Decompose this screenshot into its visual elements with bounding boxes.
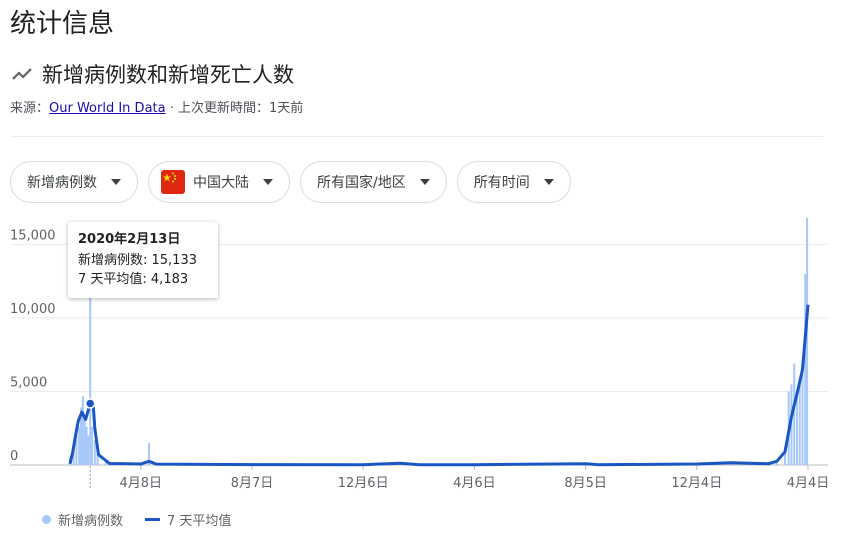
- highlight-point: [84, 398, 96, 409]
- region-dropdown-label: 中国大陆: [193, 175, 249, 191]
- tooltip-cases: 新增病例数: 15,133: [78, 253, 197, 268]
- case-bar: [85, 426, 88, 465]
- filter-bar: 新增病例数 中国大陆 所有国家/地区 所有时间: [10, 161, 571, 203]
- metric-dropdown-label: 新增病例数: [27, 175, 97, 191]
- caret-down-icon: [419, 179, 430, 185]
- y-tick-label: 10,000: [10, 302, 56, 317]
- x-tick-label: 4月6日: [453, 476, 496, 491]
- x-tick-label: 4月8日: [119, 476, 162, 491]
- countries-dropdown-label: 所有国家/地区: [317, 175, 406, 191]
- x-tick-label: 4月4日: [787, 476, 830, 491]
- time-range-dropdown-label: 所有时间: [473, 175, 530, 191]
- case-bar: [87, 435, 90, 465]
- chart-legend: 新增病例数 7 天平均值: [42, 510, 231, 529]
- caret-down-icon: [111, 179, 121, 185]
- y-tick-label: 15,000: [10, 228, 56, 243]
- x-axis-labels: 4月8日 8月7日 12月6日 4月6日 8月5日 12月4日 4月4日: [119, 476, 829, 491]
- source-link[interactable]: Our World In Data: [49, 101, 166, 116]
- case-bar: [798, 382, 801, 465]
- divider: [10, 136, 823, 137]
- x-tick-label: 8月7日: [231, 476, 274, 491]
- caret-down-icon: [543, 179, 554, 185]
- region-dropdown[interactable]: 中国大陆: [148, 161, 290, 203]
- legend-cases-dot-icon: [42, 515, 51, 524]
- case-bar: [83, 416, 86, 465]
- y-tick-label: 0: [10, 449, 18, 464]
- legend-average-line-icon: [145, 518, 161, 521]
- y-axis-labels: 0 5,000 10,000 15,000: [10, 228, 56, 464]
- source-prefix: 来源：: [10, 101, 50, 116]
- metric-dropdown[interactable]: 新增病例数: [10, 161, 138, 203]
- x-tick-label: 8月5日: [564, 476, 607, 491]
- source-row: 来源：Our World In Data · 上次更新時間：1天前: [10, 97, 303, 116]
- legend-cases-label: 新增病例数: [58, 514, 124, 529]
- average-line: [68, 304, 810, 467]
- case-bar: [78, 426, 81, 465]
- case-bar: [81, 395, 84, 465]
- china-flag-icon: [161, 170, 185, 194]
- chart-title: 新增病例数和新增死亡人数: [42, 63, 294, 87]
- tooltip-average: 7 天平均值: 4,183: [78, 272, 189, 287]
- average-line-group: [68, 304, 810, 467]
- chart-tooltip: 2020年2月13日 新增病例数: 15,133 7 天平均值: 4,183: [68, 222, 218, 298]
- x-tick-label: 12月6日: [338, 476, 389, 491]
- chart-header: 新增病例数和新增死亡人数: [10, 58, 294, 90]
- time-range-dropdown[interactable]: 所有时间: [456, 161, 571, 203]
- caret-down-icon: [263, 179, 273, 185]
- source-separator: ·: [165, 101, 179, 116]
- case-bar: [804, 273, 807, 465]
- case-bar: [806, 217, 809, 465]
- case-bar: [91, 426, 94, 465]
- y-tick-label: 5,000: [10, 375, 47, 390]
- legend-average-label: 7 天平均值: [167, 514, 232, 529]
- case-bar: [795, 394, 798, 465]
- updated-text: 上次更新時間：1天前: [178, 101, 304, 116]
- tooltip-date: 2020年2月13日: [78, 232, 181, 247]
- countries-dropdown[interactable]: 所有国家/地区: [300, 161, 447, 203]
- x-tick-label: 12月4日: [671, 476, 722, 491]
- page-title: 统计信息: [10, 9, 115, 39]
- trending-icon: [10, 62, 34, 86]
